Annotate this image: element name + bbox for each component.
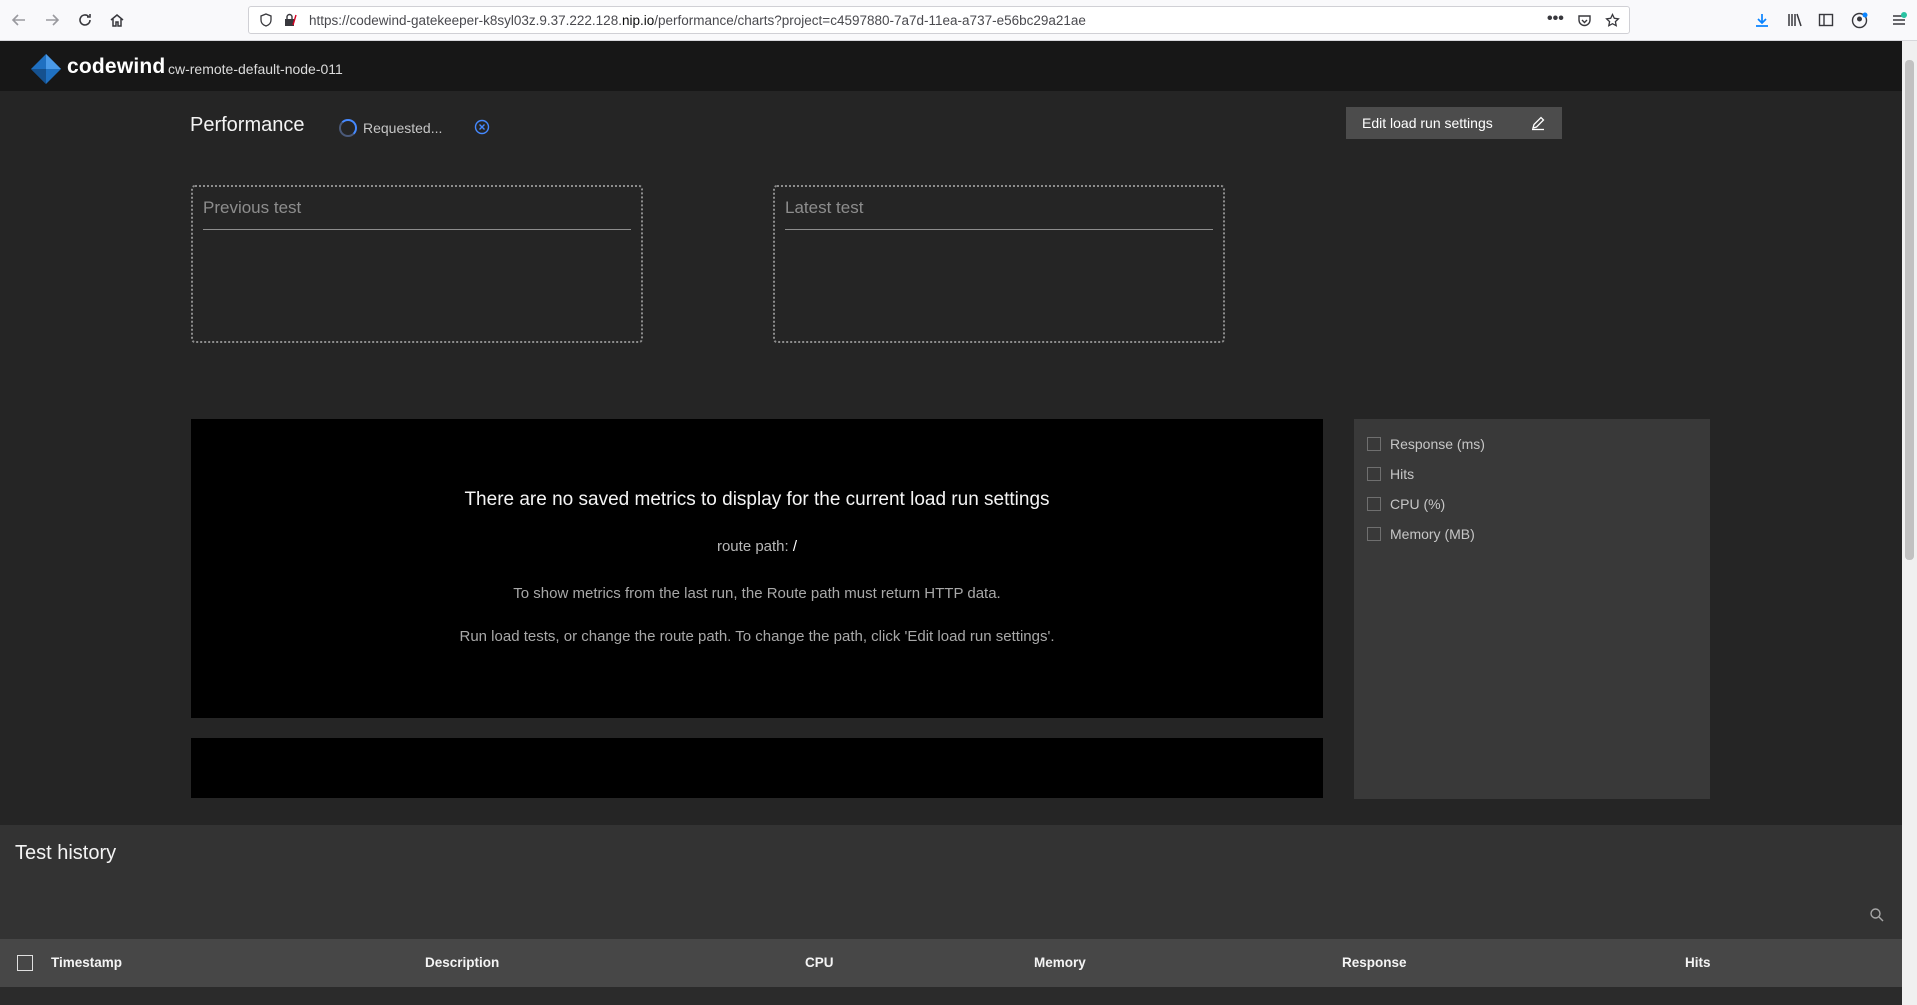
metric-label: Memory (MB) (1390, 526, 1475, 542)
divider (203, 229, 631, 230)
route-path-value: / (792, 538, 798, 555)
loading-spinner-icon (339, 119, 357, 137)
metrics-chart-panel: There are no saved metrics to display fo… (191, 419, 1323, 718)
url-text: https://codewind-gatekeeper-k8syl03z.9.3… (309, 13, 1086, 28)
home-icon (110, 14, 124, 27)
divider (785, 229, 1213, 230)
column-header-description[interactable]: Description (425, 955, 499, 970)
checkbox[interactable] (1367, 467, 1381, 481)
account-button[interactable] (1847, 8, 1871, 32)
load-status-text: Requested... (363, 120, 443, 136)
test-history-section: Test history Timestamp Description CPU M… (0, 825, 1902, 1005)
insecure-lock-icon (285, 13, 297, 26)
checkbox[interactable] (1367, 437, 1381, 451)
account-avatar-icon (1851, 12, 1867, 28)
edit-button-label: Edit load run settings (1362, 115, 1493, 131)
app-header: codewind cw-remote-default-node-011 (0, 41, 1902, 91)
metric-toggle-cpu[interactable]: CPU (%) (1367, 494, 1445, 514)
previous-test-summary: Previous test (191, 185, 643, 343)
search-icon[interactable] (1869, 907, 1885, 923)
page-actions-icon[interactable]: ••• (1547, 10, 1564, 28)
table-body (0, 987, 1902, 1005)
metric-label: Response (ms) (1390, 436, 1485, 452)
library-button[interactable] (1783, 8, 1807, 32)
address-bar[interactable]: https://codewind-gatekeeper-k8syl03z.9.3… (248, 6, 1630, 34)
forward-button[interactable] (40, 8, 64, 32)
metric-label: Hits (1390, 466, 1415, 482)
select-all-checkbox[interactable] (17, 955, 33, 971)
metric-toggle-memory[interactable]: Memory (MB) (1367, 524, 1475, 544)
latest-test-title: Latest test (785, 198, 864, 217)
metric-selector-panel: Response (ms) Hits CPU (%) Memory (MB) (1354, 419, 1710, 799)
route-path-text: route path: / (191, 538, 1323, 555)
metric-toggle-response[interactable]: Response (ms) (1367, 434, 1485, 454)
download-arrow-icon (1756, 14, 1768, 27)
checkbox[interactable] (1367, 497, 1381, 511)
library-icon (1788, 13, 1802, 27)
test-history-title: Test history (15, 842, 117, 864)
back-button[interactable] (7, 8, 31, 32)
hint-text-1: To show metrics from the last run, the R… (513, 585, 1001, 602)
bookmark-star-icon[interactable] (1605, 13, 1620, 28)
back-arrow-icon (11, 14, 25, 26)
column-header-cpu[interactable]: CPU (805, 955, 834, 970)
column-header-memory[interactable]: Memory (1034, 955, 1086, 970)
page-title: Performance (190, 114, 305, 136)
sidebar-button[interactable] (1814, 8, 1838, 32)
reload-icon (79, 14, 91, 26)
no-metrics-message: There are no saved metrics to display fo… (464, 489, 1050, 510)
home-button[interactable] (105, 8, 129, 32)
column-header-hits[interactable]: Hits (1685, 955, 1711, 970)
pencil-edit-icon (1532, 116, 1545, 131)
checkbox[interactable] (1367, 527, 1381, 541)
downloads-button[interactable] (1750, 8, 1774, 32)
table-header-row: Timestamp Description CPU Memory Respons… (0, 939, 1902, 987)
column-header-timestamp[interactable]: Timestamp (51, 955, 122, 970)
codewind-logo-icon (31, 54, 61, 84)
shield-icon (260, 13, 272, 27)
route-path-label: route path: (716, 538, 789, 555)
timeline-panel (191, 738, 1323, 798)
previous-test-title: Previous test (203, 198, 302, 217)
reload-button[interactable] (73, 8, 97, 32)
metric-label: CPU (%) (1390, 496, 1446, 512)
brand-name: codewind (67, 55, 166, 78)
forward-arrow-icon (46, 14, 60, 26)
cancel-run-icon[interactable] (474, 119, 490, 135)
metric-toggle-hits[interactable]: Hits (1367, 464, 1414, 484)
pocket-icon[interactable] (1577, 13, 1592, 28)
page-scrollbar-thumb[interactable] (1905, 60, 1914, 560)
hamburger-menu-icon (1893, 12, 1907, 25)
browser-toolbar: https://codewind-gatekeeper-k8syl03z.9.3… (0, 0, 1917, 41)
sidebar-icon (1818, 13, 1834, 27)
hint-text-2: Run load tests, or change the route path… (459, 628, 1055, 645)
edit-load-run-settings-button[interactable]: Edit load run settings (1346, 107, 1562, 139)
connection-name: cw-remote-default-node-011 (168, 61, 343, 77)
column-header-response[interactable]: Response (1342, 955, 1407, 970)
menu-button[interactable] (1887, 8, 1911, 32)
latest-test-summary: Latest test (773, 185, 1225, 343)
